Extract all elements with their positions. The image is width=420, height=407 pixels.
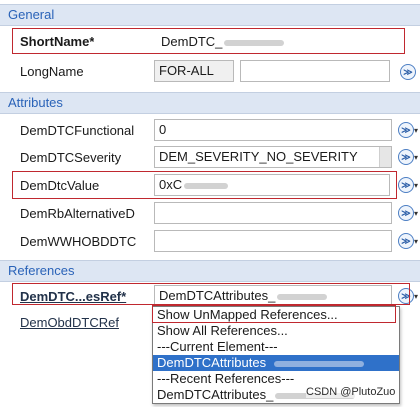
- dropdown-separator-recent: ---Recent References---: [157, 371, 295, 386]
- redacted-text: [224, 39, 285, 46]
- section-header-general: General: [0, 4, 420, 26]
- dtc-attributes-ref-label[interactable]: DemDTC...esRef*: [20, 288, 148, 306]
- dtc-attributes-ref-menu-icon[interactable]: ≫: [398, 288, 414, 304]
- section-header-references: References: [0, 260, 420, 282]
- chevron-down-icon[interactable]: ▾: [414, 292, 420, 302]
- wwhobd-dtc-label: DemWWHOBDDTC: [20, 234, 137, 249]
- dtc-severity-label: DemDTCSeverity: [20, 150, 122, 165]
- dropdown-grip[interactable]: [379, 147, 391, 167]
- rb-alternative-field[interactable]: [154, 202, 392, 224]
- dropdown-item-show-unmapped[interactable]: Show UnMapped References...: [153, 307, 399, 323]
- redacted-text: [184, 182, 229, 189]
- short-name-label: ShortName*: [20, 34, 95, 49]
- dtc-severity-menu-icon[interactable]: ≫: [398, 149, 414, 165]
- dtc-functional-menu-icon[interactable]: ≫: [398, 122, 414, 138]
- chevron-down-icon[interactable]: ▾: [414, 153, 420, 163]
- chevron-down-icon[interactable]: ▾: [414, 181, 420, 191]
- redacted-text: [277, 293, 328, 300]
- dtc-value-field[interactable]: 0xC: [154, 174, 390, 196]
- short-name-field[interactable]: DemDTC_: [156, 31, 392, 53]
- rb-alternative-menu-icon[interactable]: ≫: [398, 205, 414, 221]
- dtc-value-label: DemDtcValue: [20, 178, 100, 193]
- long-name-input[interactable]: [240, 60, 390, 82]
- dtc-value-value: 0xC: [159, 177, 183, 192]
- chevron-down-icon[interactable]: ▾: [414, 209, 420, 219]
- dtc-severity-field[interactable]: DEM_SEVERITY_NO_SEVERITY: [154, 146, 392, 168]
- watermark: CSDN @PlutoZuo: [306, 386, 396, 398]
- long-name-language-value: FOR-ALL: [159, 63, 214, 78]
- dtc-functional-field[interactable]: 0: [154, 119, 392, 141]
- chevron-down-icon[interactable]: ▾: [414, 237, 420, 247]
- dropdown-item-show-all[interactable]: Show All References...: [153, 323, 399, 339]
- wwhobd-dtc-field[interactable]: [154, 230, 392, 252]
- dropdown-item-current-label: DemDTCAttributes: [157, 355, 267, 370]
- long-name-language-field[interactable]: FOR-ALL: [154, 60, 234, 82]
- long-name-label: LongName: [20, 64, 84, 79]
- obd-dtc-ref-label[interactable]: DemObdDTCRef: [20, 314, 148, 332]
- dropdown-item-recent-label: DemDTCAttributes_: [157, 387, 274, 402]
- rb-alternative-label: DemRbAlternativeD: [20, 206, 135, 221]
- dtc-value-menu-icon[interactable]: ≫: [398, 177, 414, 193]
- dtc-severity-value: DEM_SEVERITY_NO_SEVERITY: [159, 149, 358, 164]
- dropdown-separator-current: ---Current Element---: [157, 339, 278, 354]
- dropdown-item-current-element[interactable]: DemDTCAttributes: [153, 355, 399, 371]
- section-header-attributes: Attributes: [0, 92, 420, 114]
- dtc-functional-label: DemDTCFunctional: [20, 123, 135, 138]
- dtc-functional-value: 0: [159, 122, 167, 137]
- chevron-down-icon[interactable]: ▾: [414, 126, 420, 136]
- dtc-attributes-ref-value: DemDTCAttributes_: [159, 288, 276, 303]
- long-name-menu-icon[interactable]: ≫: [400, 64, 416, 80]
- wwhobd-dtc-menu-icon[interactable]: ≫: [398, 233, 414, 249]
- dtc-attributes-ref-field[interactable]: DemDTCAttributes_: [154, 285, 392, 307]
- redacted-text: [274, 360, 365, 367]
- short-name-value: DemDTC_: [161, 34, 223, 49]
